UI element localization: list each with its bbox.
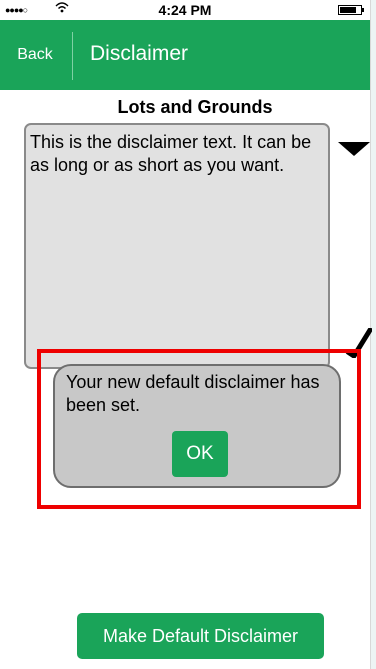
status-time: 4:24 PM	[158, 2, 212, 18]
make-default-disclaimer-button[interactable]: Make Default Disclaimer	[77, 613, 324, 659]
back-button[interactable]: Back	[0, 20, 70, 90]
nav-divider	[72, 32, 73, 80]
disclaimer-textarea[interactable]: This is the disclaimer text. It can be a…	[24, 123, 330, 369]
status-bar: ●●●●○ 4:24 PM	[0, 0, 370, 20]
alert-message: Your new default disclaimer has been set…	[66, 372, 320, 415]
section-heading: Lots and Grounds	[117, 97, 273, 117]
triangle-down-icon[interactable]	[338, 142, 370, 156]
battery-icon	[338, 5, 362, 15]
phone-screen: ●●●●○ 4:24 PM Back Disclaimer Lots and G…	[0, 0, 373, 669]
ok-button[interactable]: OK	[172, 431, 228, 477]
page-title: Disclaimer	[90, 42, 189, 65]
battery-tip	[362, 8, 364, 12]
